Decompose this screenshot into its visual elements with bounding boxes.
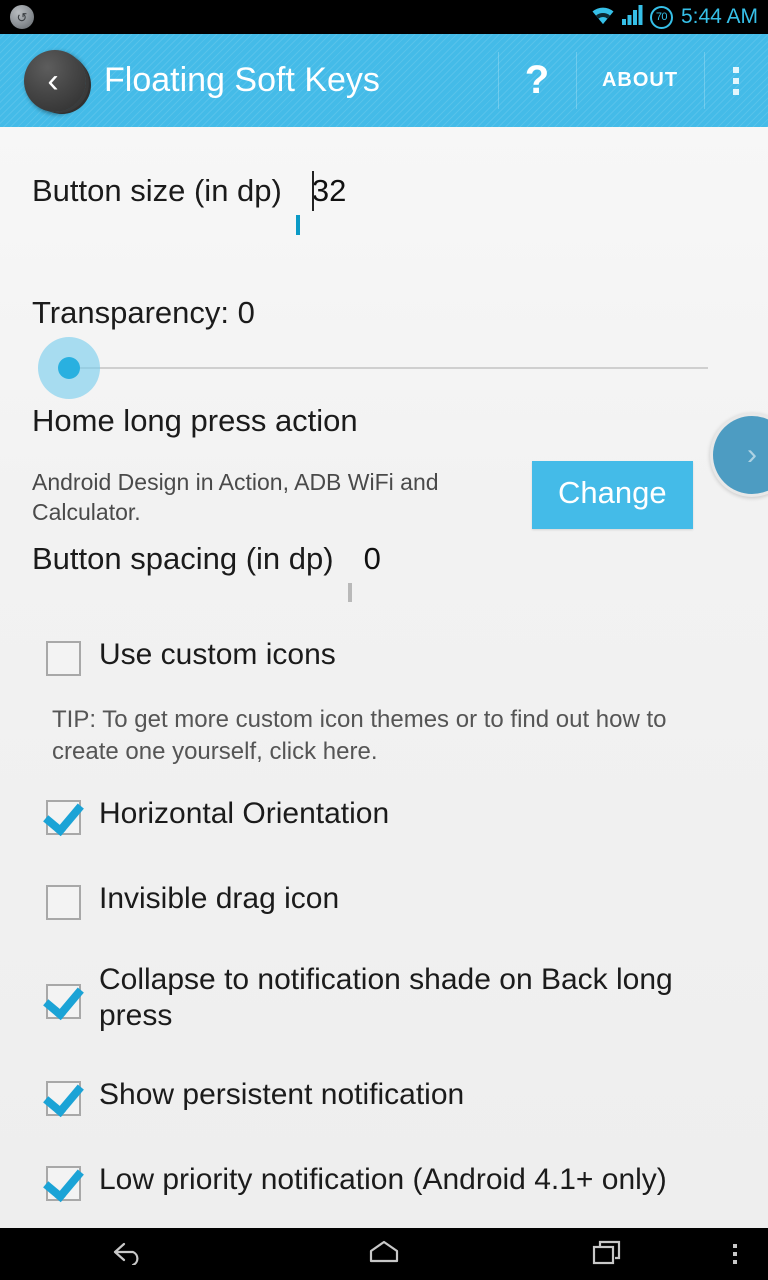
help-button[interactable]: ?: [498, 34, 576, 127]
nav-recents-button[interactable]: [512, 1228, 702, 1280]
checkbox-use-custom-icons[interactable]: [46, 641, 81, 676]
transparency-label: Transparency: 0: [32, 295, 255, 330]
input-underline: [347, 583, 352, 602]
nav-menu-button[interactable]: [702, 1228, 768, 1280]
wifi-icon: [590, 5, 616, 30]
button-size-input[interactable]: 32: [295, 171, 736, 235]
home-long-press-row: Android Design in Action, ADB WiFi and C…: [0, 461, 768, 529]
action-bar: ‹ Floating Soft Keys ? ABOUT: [0, 34, 768, 127]
input-underline: [295, 215, 300, 235]
checkbox-label: Horizontal Orientation: [99, 796, 390, 830]
nav-menu-dot: [733, 1260, 737, 1264]
android-screen: ↺ 70 5:44 AM ‹ Floating Soft Keys ? ABOU…: [0, 0, 768, 1280]
button-spacing-row: Button spacing (in dp) 0: [0, 541, 768, 602]
checkbox-collapse-notification-shade[interactable]: [46, 983, 81, 1019]
overflow-menu-icon[interactable]: [704, 34, 768, 127]
checkbox-row-use-custom-icons[interactable]: Use custom icons: [0, 637, 768, 676]
checkbox-show-persistent-notification[interactable]: [46, 1081, 81, 1116]
button-spacing-value: 0: [363, 541, 381, 576]
slider-track: [62, 367, 708, 369]
checkbox-row-show-persistent-notification[interactable]: Show persistent notification: [0, 1077, 768, 1116]
checkbox-low-priority-notification[interactable]: [46, 1166, 81, 1201]
checkbox-label: Use custom icons: [99, 638, 336, 671]
nav-menu-dot: [733, 1244, 737, 1248]
checkbox-horizontal-orientation[interactable]: [46, 799, 81, 835]
checkbox-invisible-drag-icon[interactable]: [46, 884, 81, 920]
status-clock: 5:44 AM: [680, 5, 758, 28]
button-size-label: Button size (in dp): [32, 173, 282, 208]
about-button[interactable]: ABOUT: [576, 34, 704, 127]
up-navigation-button[interactable]: ‹: [24, 49, 86, 112]
signal-bars-icon: [621, 4, 644, 30]
custom-icons-tip[interactable]: TIP: To get more custom icon themes or t…: [0, 704, 768, 768]
checkbox-row-invisible-drag-icon[interactable]: Invisible drag icon: [0, 881, 768, 920]
overflow-dot: [733, 88, 739, 95]
back-chevron-icon: ‹: [47, 61, 59, 100]
nav-home-button[interactable]: [256, 1228, 512, 1280]
overflow-dot: [733, 77, 739, 84]
checkbox-label: Invisible drag icon: [99, 881, 340, 915]
status-notifications: ↺: [10, 5, 34, 29]
transparency-slider[interactable]: [32, 337, 736, 399]
checkbox-row-low-priority-notification[interactable]: Low priority notification (Android 4.1+ …: [0, 1162, 768, 1201]
battery-icon: 70: [649, 5, 673, 29]
button-size-value: 32: [311, 173, 347, 208]
overflow-dot: [733, 66, 739, 73]
checkbox-row-horizontal-orientation[interactable]: Horizontal Orientation: [0, 796, 768, 835]
checkbox-label: Collapse to notification shade on Back l…: [99, 962, 673, 1033]
nav-menu-dot: [733, 1252, 737, 1256]
nav-home-icon: [367, 1239, 401, 1270]
text-caret: [311, 171, 314, 211]
checkbox-label: Show persistent notification: [99, 1078, 465, 1111]
chevron-right-icon: ›: [747, 438, 757, 471]
checkbox-label: Low priority notification (Android 4.1+ …: [99, 1163, 667, 1196]
button-size-row: Button size (in dp) 32: [0, 171, 768, 235]
sync-icon: ↺: [10, 5, 34, 29]
page-title: Floating Soft Keys: [104, 61, 380, 99]
nav-back-icon: [111, 1239, 145, 1270]
status-system-icons: 70 5:44 AM: [590, 4, 758, 30]
status-bar: ↺ 70 5:44 AM: [0, 0, 768, 34]
settings-content: Button size (in dp) 32 Transparency: 0 H…: [0, 127, 768, 1228]
button-spacing-label: Button spacing (in dp): [32, 541, 334, 576]
navigation-bar: [0, 1228, 768, 1280]
home-long-press-description: Android Design in Action, ADB WiFi and C…: [32, 469, 439, 526]
nav-back-button[interactable]: [0, 1228, 256, 1280]
home-long-press-title: Home long press action: [32, 403, 358, 438]
checkbox-row-collapse-notification-shade[interactable]: Collapse to notification shade on Back l…: [0, 962, 768, 1035]
change-button[interactable]: Change: [532, 461, 693, 529]
slider-thumb[interactable]: [38, 337, 100, 399]
nav-recents-icon: [591, 1238, 623, 1271]
button-spacing-input[interactable]: 0: [347, 541, 736, 602]
